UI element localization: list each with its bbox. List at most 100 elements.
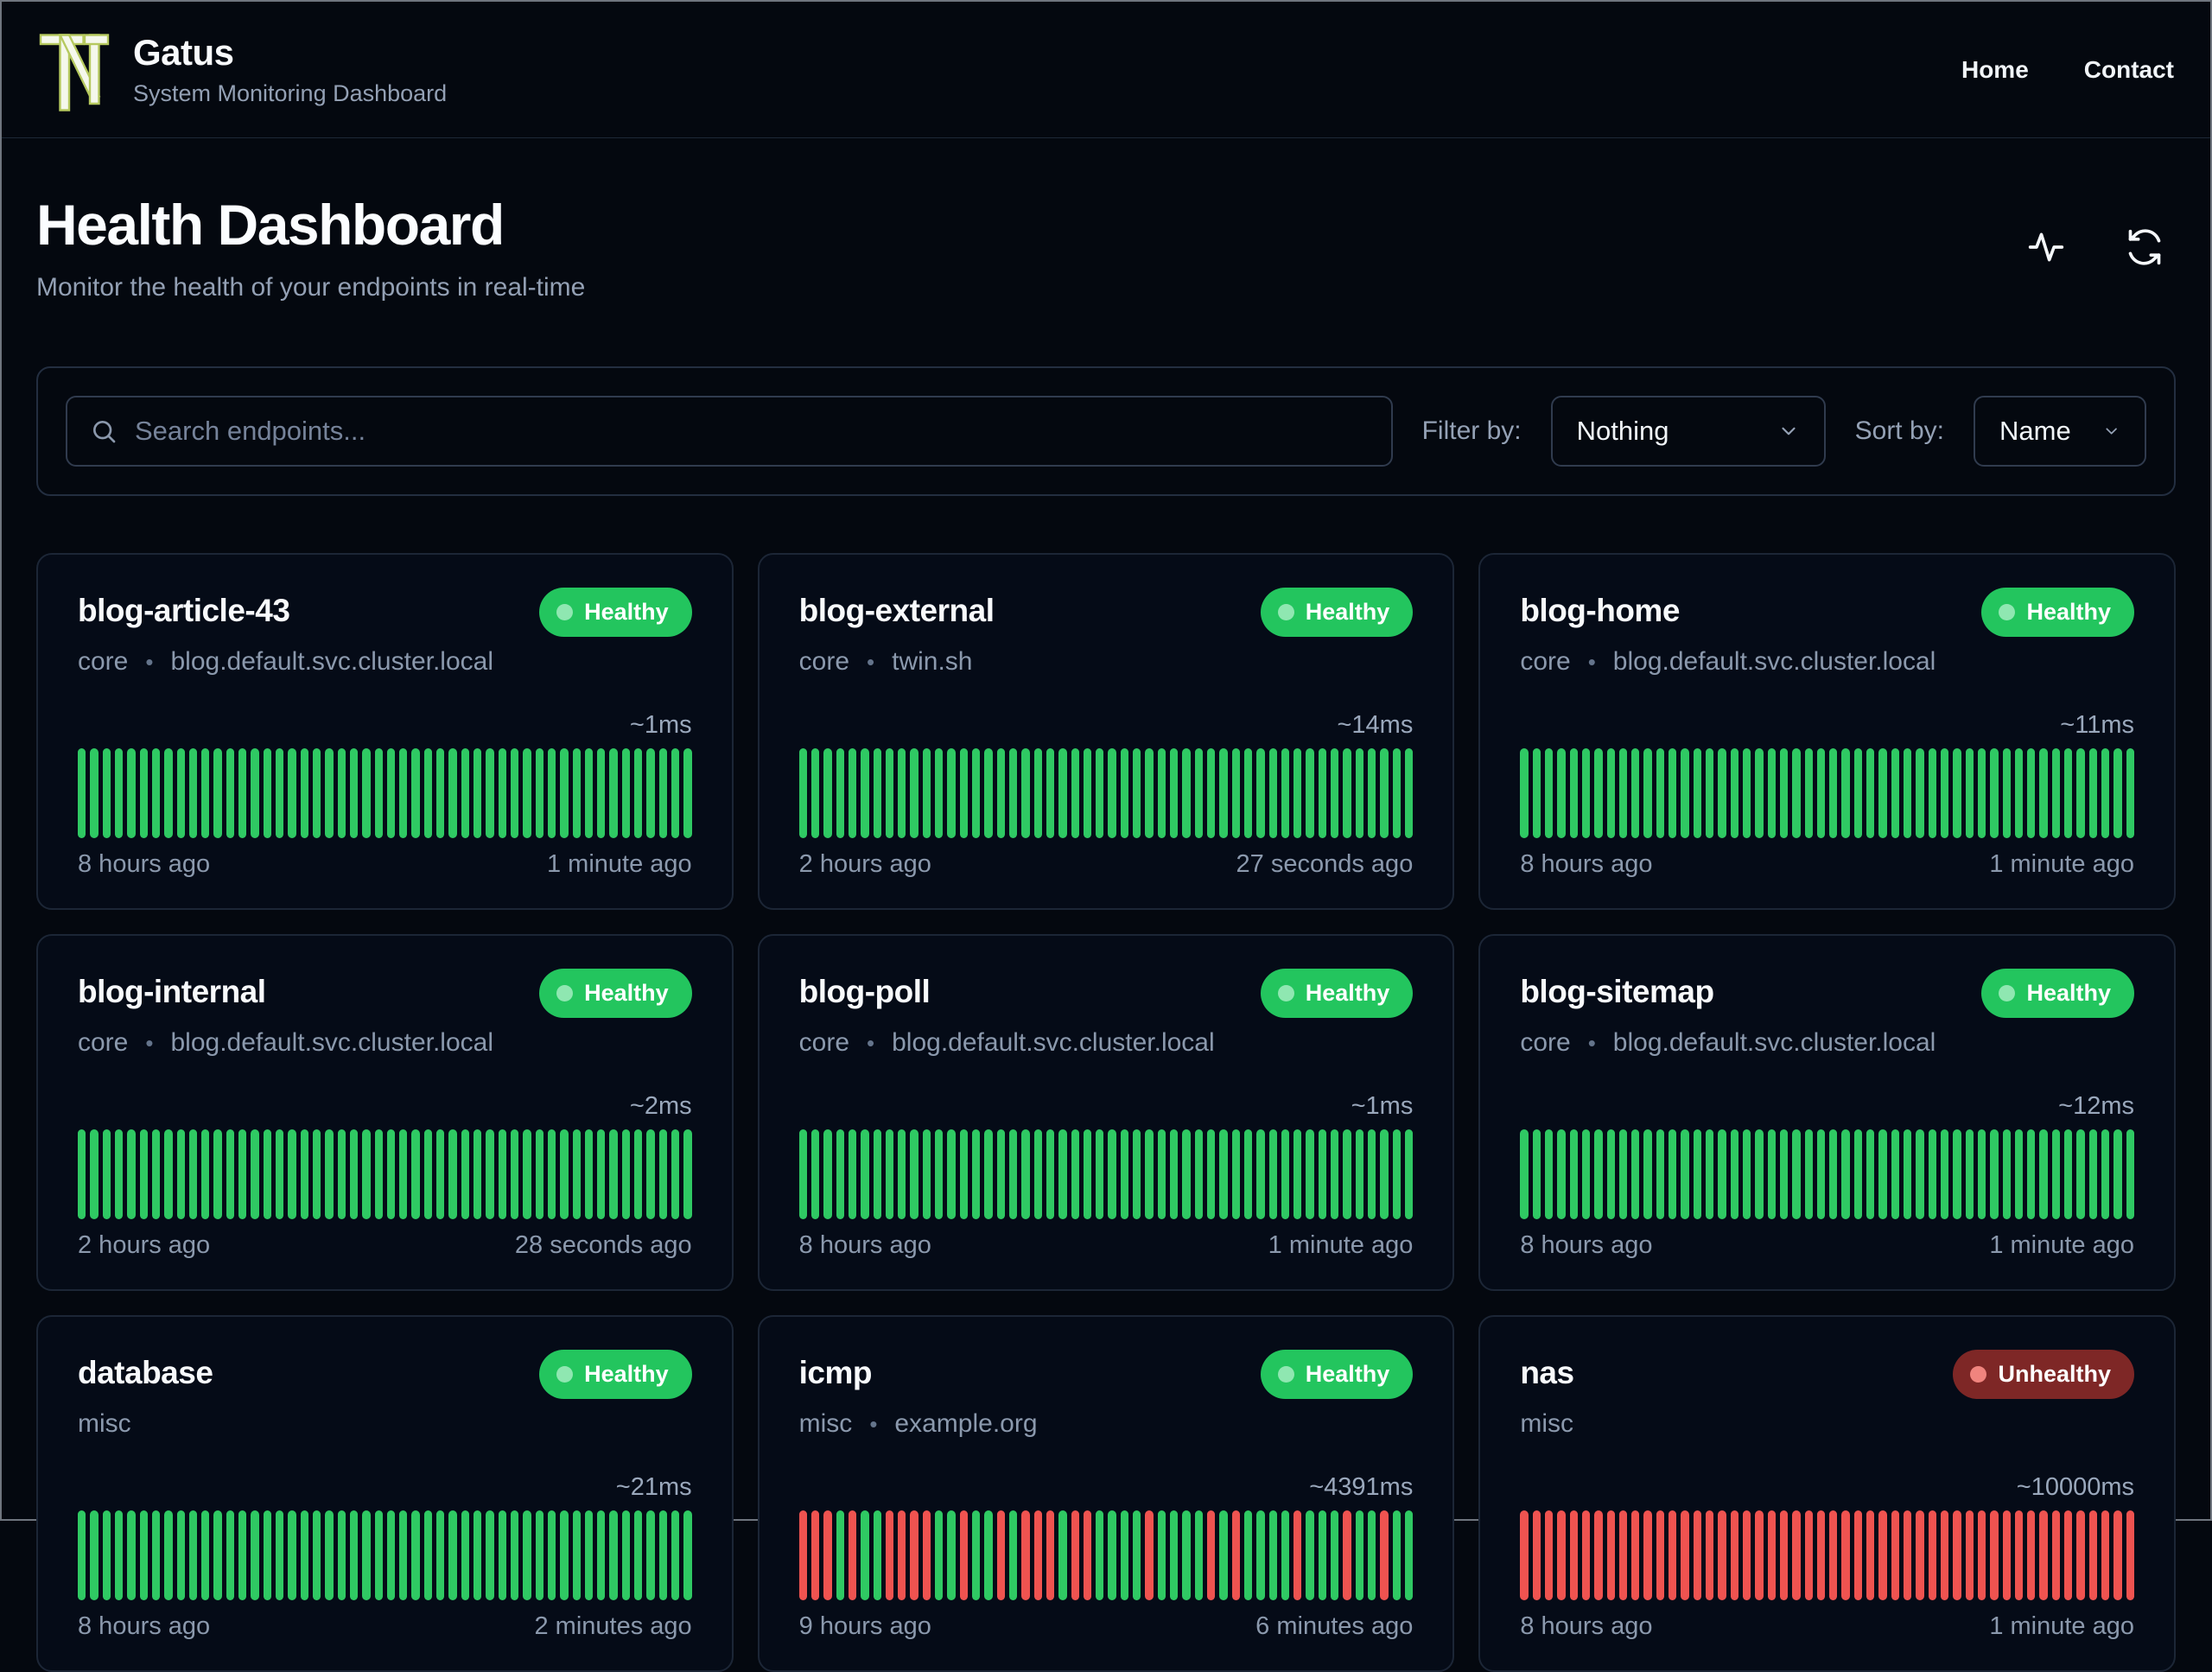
result-bar-success[interactable]: [1755, 1129, 1764, 1219]
result-bar-success[interactable]: [885, 748, 894, 838]
result-bar-success[interactable]: [634, 1510, 643, 1600]
result-bar-success[interactable]: [251, 748, 259, 838]
result-bar-success[interactable]: [288, 1510, 296, 1600]
result-bar-success[interactable]: [1940, 1129, 1949, 1219]
result-bar-success[interactable]: [1194, 748, 1203, 838]
result-bar-success[interactable]: [1730, 1129, 1738, 1219]
result-bar-failure[interactable]: [1916, 1510, 1924, 1600]
result-bar-success[interactable]: [798, 1129, 807, 1219]
result-bar-failure[interactable]: [1046, 1510, 1055, 1600]
result-bar-success[interactable]: [498, 1129, 506, 1219]
result-bar-success[interactable]: [139, 748, 148, 838]
result-bar-success[interactable]: [2002, 1129, 2011, 1219]
result-bar-failure[interactable]: [885, 1510, 894, 1600]
result-bar-success[interactable]: [1083, 748, 1092, 838]
result-bar-success[interactable]: [139, 1129, 148, 1219]
result-bar-success[interactable]: [1331, 748, 1339, 838]
result-bar-success[interactable]: [1219, 748, 1228, 838]
result-bar-success[interactable]: [2088, 748, 2098, 838]
result-bar-success[interactable]: [1404, 1129, 1414, 1219]
result-bar-success[interactable]: [300, 748, 308, 838]
result-bar-success[interactable]: [238, 1510, 247, 1600]
result-bar-failure[interactable]: [1656, 1510, 1665, 1600]
result-bar-success[interactable]: [411, 748, 420, 838]
result-bar-success[interactable]: [461, 1510, 469, 1600]
result-bar-success[interactable]: [102, 1510, 111, 1600]
result-bar-failure[interactable]: [1231, 1510, 1240, 1600]
result-bar-success[interactable]: [1145, 1129, 1154, 1219]
result-bar-success[interactable]: [474, 1129, 482, 1219]
result-bar-success[interactable]: [2101, 1129, 2110, 1219]
result-bar-success[interactable]: [1829, 748, 1838, 838]
result-bar-success[interactable]: [1953, 748, 1961, 838]
result-bar-failure[interactable]: [1693, 1510, 1702, 1600]
result-bar-success[interactable]: [1866, 748, 1875, 838]
result-bar-success[interactable]: [1693, 748, 1702, 838]
result-bar-failure[interactable]: [1853, 1510, 1863, 1600]
result-bar-success[interactable]: [1816, 748, 1826, 838]
result-bar-success[interactable]: [399, 1510, 408, 1600]
result-bar-success[interactable]: [873, 1510, 881, 1600]
endpoint-card[interactable]: icmp Healthy misc • example.org ~4391ms …: [757, 1315, 1455, 1672]
result-bar-success[interactable]: [1977, 748, 1986, 838]
result-bar-failure[interactable]: [798, 1510, 807, 1600]
result-bar-failure[interactable]: [2126, 1510, 2134, 1600]
result-bar-success[interactable]: [984, 1129, 993, 1219]
result-bar-success[interactable]: [362, 1510, 371, 1600]
result-bar-success[interactable]: [102, 1129, 111, 1219]
result-bar-success[interactable]: [1108, 1510, 1116, 1600]
result-bar-success[interactable]: [1281, 748, 1290, 838]
result-bar-success[interactable]: [213, 1510, 222, 1600]
result-bar-success[interactable]: [646, 748, 655, 838]
result-bar-success[interactable]: [90, 1129, 99, 1219]
result-bar-failure[interactable]: [1294, 1510, 1302, 1600]
result-bar-success[interactable]: [996, 1129, 1005, 1219]
result-bar-success[interactable]: [201, 1129, 210, 1219]
result-bar-success[interactable]: [176, 1510, 185, 1600]
result-bar-success[interactable]: [349, 1129, 359, 1219]
result-bar-success[interactable]: [2126, 748, 2134, 838]
result-bar-success[interactable]: [78, 748, 86, 838]
result-bar-success[interactable]: [461, 748, 469, 838]
result-bar-success[interactable]: [1355, 1510, 1364, 1600]
result-bar-success[interactable]: [2064, 1129, 2073, 1219]
result-bar-success[interactable]: [2101, 748, 2110, 838]
result-bar-success[interactable]: [1767, 1129, 1776, 1219]
result-bar-success[interactable]: [1706, 748, 1714, 838]
result-bar-success[interactable]: [1853, 1129, 1863, 1219]
result-bar-failure[interactable]: [1706, 1510, 1714, 1600]
result-bar-success[interactable]: [325, 1129, 334, 1219]
result-bar-success[interactable]: [386, 1129, 396, 1219]
result-bar-success[interactable]: [411, 1510, 420, 1600]
result-bar-failure[interactable]: [922, 1510, 931, 1600]
result-bar-success[interactable]: [959, 1129, 969, 1219]
result-bar-success[interactable]: [1170, 1510, 1179, 1600]
result-bar-success[interactable]: [1990, 748, 1999, 838]
result-bar-success[interactable]: [164, 1129, 173, 1219]
result-bar-failure[interactable]: [1544, 1510, 1554, 1600]
result-bar-success[interactable]: [399, 748, 408, 838]
result-bar-failure[interactable]: [996, 1510, 1005, 1600]
result-bar-failure[interactable]: [2064, 1510, 2073, 1600]
result-bar-success[interactable]: [1878, 748, 1887, 838]
result-bar-success[interactable]: [188, 1129, 198, 1219]
result-bar-success[interactable]: [1829, 1129, 1838, 1219]
result-bar-success[interactable]: [436, 748, 445, 838]
result-bar-success[interactable]: [386, 748, 396, 838]
result-bar-success[interactable]: [1520, 1129, 1529, 1219]
result-bar-success[interactable]: [1581, 1129, 1591, 1219]
result-bar-success[interactable]: [2076, 1129, 2085, 1219]
result-bar-success[interactable]: [671, 1129, 680, 1219]
result-bar-success[interactable]: [2039, 1129, 2048, 1219]
result-bar-failure[interactable]: [1904, 1510, 1912, 1600]
result-bar-success[interactable]: [1033, 1129, 1042, 1219]
result-bar-failure[interactable]: [1965, 1510, 1974, 1600]
result-bar-success[interactable]: [922, 748, 931, 838]
result-bar-failure[interactable]: [1990, 1510, 1999, 1600]
result-bar-success[interactable]: [1681, 748, 1689, 838]
result-bar-failure[interactable]: [1594, 1510, 1603, 1600]
result-bar-success[interactable]: [312, 1510, 321, 1600]
result-bar-success[interactable]: [1170, 1129, 1179, 1219]
result-bar-success[interactable]: [1120, 1510, 1129, 1600]
result-bar-success[interactable]: [609, 748, 618, 838]
